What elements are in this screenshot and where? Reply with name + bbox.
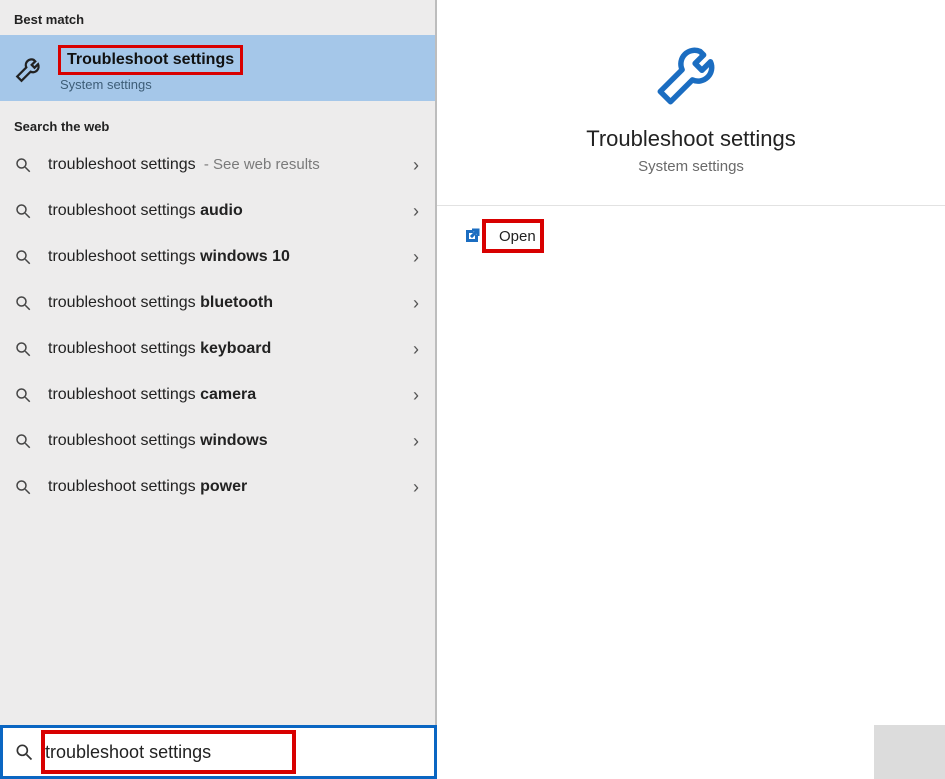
- chevron-right-icon: ›: [413, 431, 419, 452]
- search-input[interactable]: [45, 742, 434, 763]
- web-result-label: troubleshoot settings keyboard: [48, 340, 271, 358]
- open-external-icon: [463, 227, 489, 245]
- search-icon: [14, 248, 38, 266]
- chevron-right-icon: ›: [413, 155, 419, 176]
- web-result-item[interactable]: troubleshoot settings audio ›: [0, 188, 435, 234]
- open-action[interactable]: Open: [437, 212, 945, 260]
- wrench-icon: [12, 50, 48, 86]
- web-result-item[interactable]: troubleshoot settings keyboard ›: [0, 326, 435, 372]
- search-icon: [14, 340, 38, 358]
- best-match-title: Troubleshoot settings: [58, 45, 243, 75]
- web-result-item[interactable]: troubleshoot settings - See web results …: [0, 142, 435, 188]
- preview-title: Troubleshoot settings: [437, 126, 945, 152]
- preview-panel: Troubleshoot settings System settings Op…: [437, 0, 945, 779]
- web-result-item[interactable]: troubleshoot settings windows 10 ›: [0, 234, 435, 280]
- open-label: Open: [499, 228, 536, 245]
- web-result-item[interactable]: troubleshoot settings power ›: [0, 464, 435, 510]
- search-icon: [14, 156, 38, 174]
- web-result-item[interactable]: troubleshoot settings bluetooth ›: [0, 280, 435, 326]
- chevron-right-icon: ›: [413, 385, 419, 406]
- web-results-list: troubleshoot settings - See web results …: [0, 142, 435, 510]
- wrench-large-icon: [437, 0, 945, 112]
- web-result-label: troubleshoot settings - See web results: [48, 156, 320, 174]
- search-icon: [3, 742, 45, 762]
- web-result-label: troubleshoot settings windows: [48, 432, 268, 450]
- preview-subtitle: System settings: [437, 158, 945, 175]
- search-icon: [14, 386, 38, 404]
- web-result-label: troubleshoot settings windows 10: [48, 248, 290, 266]
- best-match-subtitle: System settings: [58, 77, 243, 92]
- search-bar[interactable]: [0, 725, 437, 779]
- web-result-label: troubleshoot settings bluetooth: [48, 294, 273, 312]
- best-match-header: Best match: [0, 0, 435, 35]
- search-icon: [14, 478, 38, 496]
- search-icon: [14, 432, 38, 450]
- best-match-item[interactable]: Troubleshoot settings System settings: [0, 35, 435, 101]
- search-web-header: Search the web: [0, 101, 435, 142]
- web-result-label: troubleshoot settings power: [48, 478, 247, 496]
- web-result-item[interactable]: troubleshoot settings camera ›: [0, 372, 435, 418]
- chevron-right-icon: ›: [413, 339, 419, 360]
- web-result-item[interactable]: troubleshoot settings windows ›: [0, 418, 435, 464]
- web-result-label: troubleshoot settings camera: [48, 386, 256, 404]
- search-icon: [14, 294, 38, 312]
- chevron-right-icon: ›: [413, 201, 419, 222]
- chevron-right-icon: ›: [413, 477, 419, 498]
- search-icon: [14, 202, 38, 220]
- search-results-panel: Best match Troubleshoot settings System …: [0, 0, 437, 779]
- divider: [437, 205, 945, 206]
- chevron-right-icon: ›: [413, 247, 419, 268]
- chevron-right-icon: ›: [413, 293, 419, 314]
- web-result-label: troubleshoot settings audio: [48, 202, 243, 220]
- taskbar: W: [874, 725, 945, 779]
